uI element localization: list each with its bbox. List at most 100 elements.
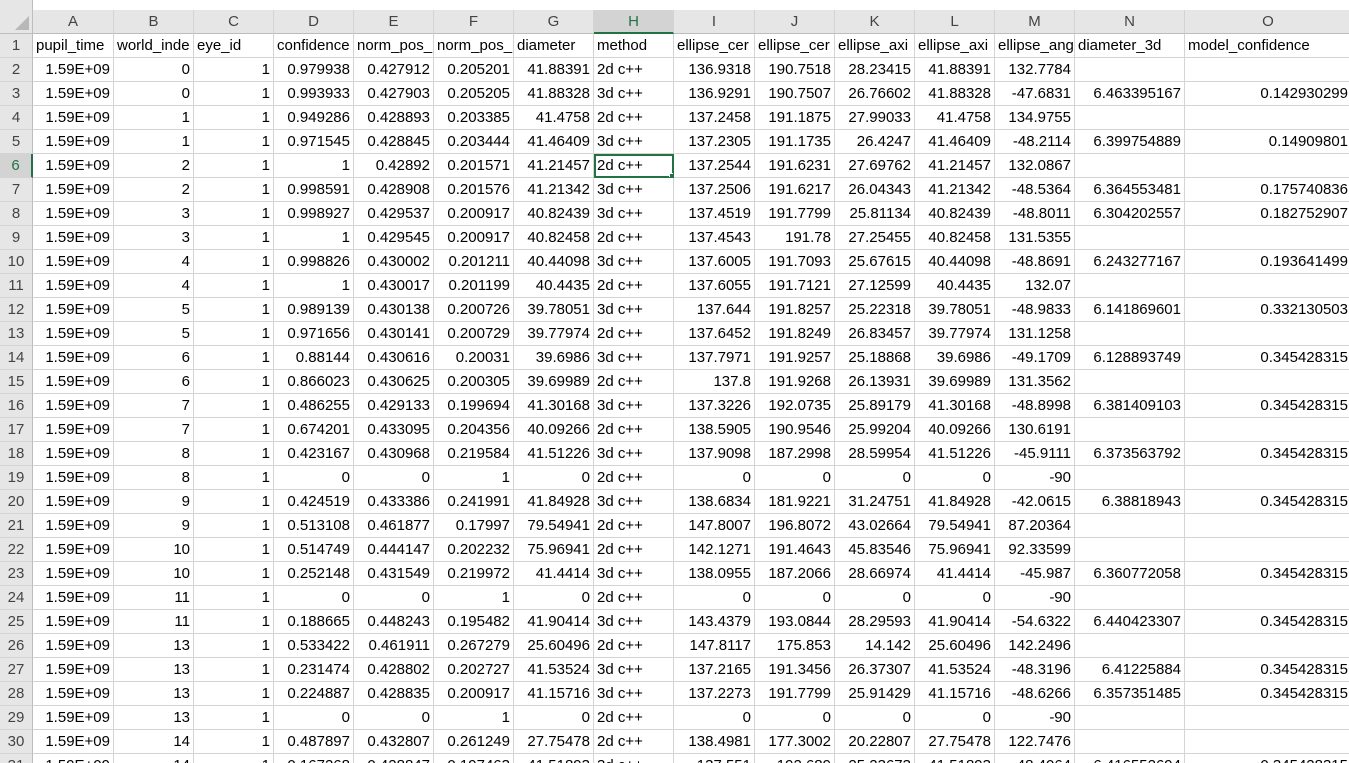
cell-g17[interactable]: 40.09266: [514, 418, 594, 442]
cell-l3[interactable]: 41.88328: [915, 82, 995, 106]
cell-i21[interactable]: 147.8007: [674, 514, 755, 538]
cell-c18[interactable]: 1: [194, 442, 274, 466]
cell-a22[interactable]: 1.59E+09: [33, 538, 114, 562]
cell-m28[interactable]: -48.6266: [995, 682, 1075, 706]
cell-h17[interactable]: 2d c++: [594, 418, 674, 442]
cell-m1[interactable]: ellipse_ang: [995, 34, 1075, 58]
cell-l7[interactable]: 41.21342: [915, 178, 995, 202]
cell-g3[interactable]: 41.88328: [514, 82, 594, 106]
cell-m25[interactable]: -54.6322: [995, 610, 1075, 634]
cell-l9[interactable]: 40.82458: [915, 226, 995, 250]
row-header[interactable]: 23: [0, 562, 33, 586]
cell-a30[interactable]: 1.59E+09: [33, 730, 114, 754]
cell-f16[interactable]: 0.199694: [434, 394, 514, 418]
cell-o17[interactable]: [1185, 418, 1349, 442]
cell-n30[interactable]: [1075, 730, 1185, 754]
cell-j14[interactable]: 191.9257: [755, 346, 835, 370]
cell-k29[interactable]: 0: [835, 706, 915, 730]
cell-e26[interactable]: 0.461911: [354, 634, 434, 658]
cell-a21[interactable]: 1.59E+09: [33, 514, 114, 538]
cell-o2[interactable]: [1185, 58, 1349, 82]
cell-a19[interactable]: 1.59E+09: [33, 466, 114, 490]
cell-i31[interactable]: 137.551: [674, 754, 755, 763]
cell-f22[interactable]: 0.202232: [434, 538, 514, 562]
cell-m21[interactable]: 87.20364: [995, 514, 1075, 538]
cell-a25[interactable]: 1.59E+09: [33, 610, 114, 634]
cell-i24[interactable]: 0: [674, 586, 755, 610]
cell-h20[interactable]: 3d c++: [594, 490, 674, 514]
cell-k7[interactable]: 26.04343: [835, 178, 915, 202]
cell-o5[interactable]: 0.14909801: [1185, 130, 1349, 154]
cell-c19[interactable]: 1: [194, 466, 274, 490]
cell-n11[interactable]: [1075, 274, 1185, 298]
cell-e10[interactable]: 0.430002: [354, 250, 434, 274]
cell-l11[interactable]: 40.4435: [915, 274, 995, 298]
cell-i30[interactable]: 138.4981: [674, 730, 755, 754]
cell-h24[interactable]: 2d c++: [594, 586, 674, 610]
cell-o12[interactable]: 0.332130503: [1185, 298, 1349, 322]
cell-j4[interactable]: 191.1875: [755, 106, 835, 130]
cell-b31[interactable]: 14: [114, 754, 194, 763]
cell-d31[interactable]: 0.167268: [274, 754, 354, 763]
cell-o14[interactable]: 0.345428315: [1185, 346, 1349, 370]
row-header[interactable]: 10: [0, 250, 33, 274]
cell-k19[interactable]: 0: [835, 466, 915, 490]
cell-o1[interactable]: model_confidence: [1185, 34, 1349, 58]
cell-o7[interactable]: 0.175740836: [1185, 178, 1349, 202]
row-header[interactable]: 18: [0, 442, 33, 466]
cell-i15[interactable]: 137.8: [674, 370, 755, 394]
cell-f7[interactable]: 0.201576: [434, 178, 514, 202]
cell-e13[interactable]: 0.430141: [354, 322, 434, 346]
cell-e14[interactable]: 0.430616: [354, 346, 434, 370]
cell-c4[interactable]: 1: [194, 106, 274, 130]
cell-a2[interactable]: 1.59E+09: [33, 58, 114, 82]
cell-a27[interactable]: 1.59E+09: [33, 658, 114, 682]
cell-m26[interactable]: 142.2496: [995, 634, 1075, 658]
cell-i20[interactable]: 138.6834: [674, 490, 755, 514]
cell-i12[interactable]: 137.644: [674, 298, 755, 322]
cell-e29[interactable]: 0: [354, 706, 434, 730]
cell-e1[interactable]: norm_pos_: [354, 34, 434, 58]
row-header[interactable]: 12: [0, 298, 33, 322]
cell-c29[interactable]: 1: [194, 706, 274, 730]
cell-j29[interactable]: 0: [755, 706, 835, 730]
cell-b28[interactable]: 13: [114, 682, 194, 706]
cell-b3[interactable]: 0: [114, 82, 194, 106]
cell-b14[interactable]: 6: [114, 346, 194, 370]
row-header[interactable]: 17: [0, 418, 33, 442]
cell-h1[interactable]: method: [594, 34, 674, 58]
cell-k21[interactable]: 43.02664: [835, 514, 915, 538]
cell-d1[interactable]: confidence: [274, 34, 354, 58]
active-cell[interactable]: 2d c++: [594, 154, 674, 178]
cell-b26[interactable]: 13: [114, 634, 194, 658]
cell-k17[interactable]: 25.99204: [835, 418, 915, 442]
cell-i25[interactable]: 143.4379: [674, 610, 755, 634]
cell-f27[interactable]: 0.202727: [434, 658, 514, 682]
row-header[interactable]: 29: [0, 706, 33, 730]
cell-e24[interactable]: 0: [354, 586, 434, 610]
cell-n17[interactable]: [1075, 418, 1185, 442]
cell-a3[interactable]: 1.59E+09: [33, 82, 114, 106]
cell-l22[interactable]: 75.96941: [915, 538, 995, 562]
cell-d15[interactable]: 0.866023: [274, 370, 354, 394]
cell-e11[interactable]: 0.430017: [354, 274, 434, 298]
column-header-j[interactable]: J: [755, 10, 835, 34]
cell-m9[interactable]: 131.5355: [995, 226, 1075, 250]
row-header[interactable]: 6: [0, 154, 33, 178]
cell-a4[interactable]: 1.59E+09: [33, 106, 114, 130]
cell-i22[interactable]: 142.1271: [674, 538, 755, 562]
cell-l28[interactable]: 41.15716: [915, 682, 995, 706]
cell-c31[interactable]: 1: [194, 754, 274, 763]
row-header[interactable]: 7: [0, 178, 33, 202]
cell-f25[interactable]: 0.195482: [434, 610, 514, 634]
cell-i23[interactable]: 138.0955: [674, 562, 755, 586]
cell-n14[interactable]: 6.128893749: [1075, 346, 1185, 370]
cell-m27[interactable]: -48.3196: [995, 658, 1075, 682]
cell-b10[interactable]: 4: [114, 250, 194, 274]
cell-g1[interactable]: diameter: [514, 34, 594, 58]
cell-e17[interactable]: 0.433095: [354, 418, 434, 442]
cell-n4[interactable]: [1075, 106, 1185, 130]
cell-b27[interactable]: 13: [114, 658, 194, 682]
cell-b25[interactable]: 11: [114, 610, 194, 634]
cell-l1[interactable]: ellipse_axi: [915, 34, 995, 58]
